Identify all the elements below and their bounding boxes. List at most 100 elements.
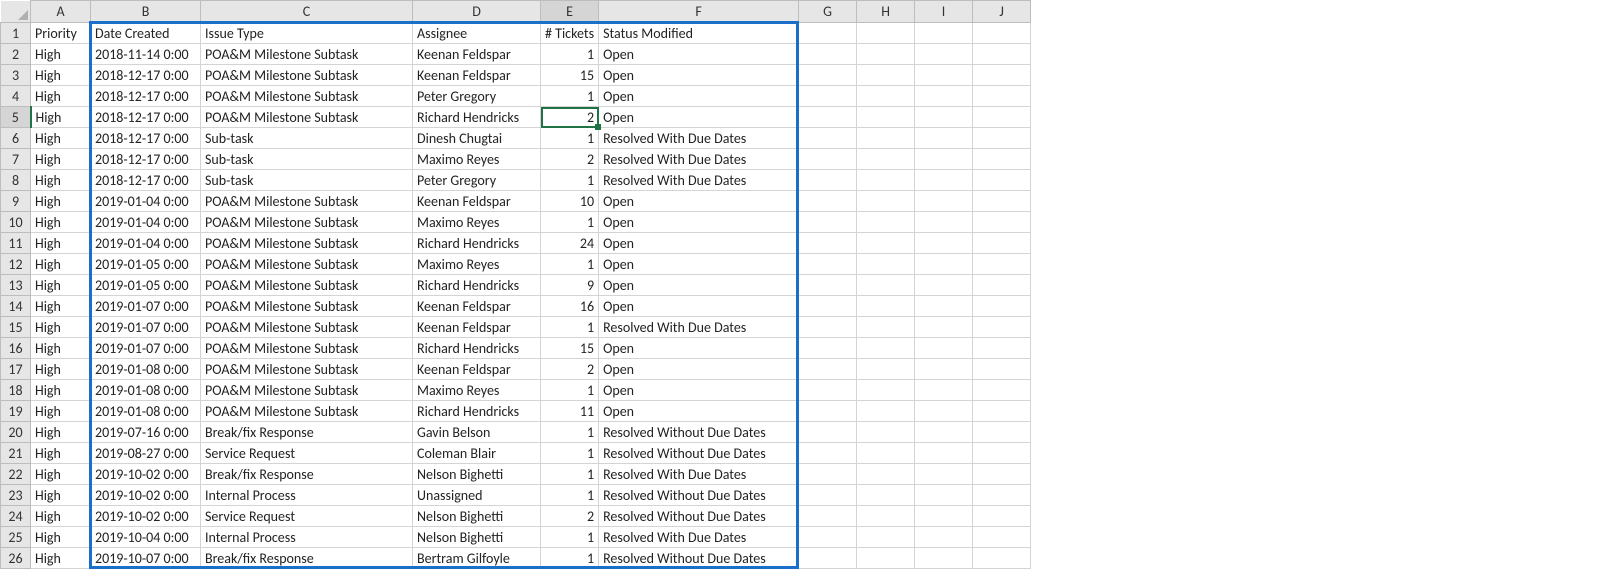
- cell-H4[interactable]: [857, 86, 915, 107]
- cell-J4[interactable]: [973, 86, 1031, 107]
- cell-G7[interactable]: [799, 149, 857, 170]
- cell-J10[interactable]: [973, 212, 1031, 233]
- cell-J24[interactable]: [973, 506, 1031, 527]
- cell-F2[interactable]: Open: [599, 44, 799, 65]
- cell-C20[interactable]: Break/fix Response: [201, 422, 413, 443]
- row-header-10[interactable]: 10: [1, 212, 31, 233]
- cell-I15[interactable]: [915, 317, 973, 338]
- cell-E7[interactable]: 2: [541, 149, 599, 170]
- row-header-1[interactable]: 1: [1, 23, 31, 44]
- cell-D6[interactable]: Dinesh Chugtai: [413, 128, 541, 149]
- row-header-24[interactable]: 24: [1, 506, 31, 527]
- cell-J19[interactable]: [973, 401, 1031, 422]
- cell-F8[interactable]: Resolved With Due Dates: [599, 170, 799, 191]
- cell-D26[interactable]: Bertram Gilfoyle: [413, 548, 541, 569]
- row-header-16[interactable]: 16: [1, 338, 31, 359]
- cell-A16[interactable]: High: [31, 338, 91, 359]
- cell-A25[interactable]: High: [31, 527, 91, 548]
- cell-B19[interactable]: 2019-01-08 0:00: [91, 401, 201, 422]
- cell-G11[interactable]: [799, 233, 857, 254]
- row-header-11[interactable]: 11: [1, 233, 31, 254]
- cell-H6[interactable]: [857, 128, 915, 149]
- cell-I8[interactable]: [915, 170, 973, 191]
- cell-B20[interactable]: 2019-07-16 0:00: [91, 422, 201, 443]
- cell-G4[interactable]: [799, 86, 857, 107]
- column-header-B[interactable]: B: [91, 1, 201, 23]
- cell-D16[interactable]: Richard Hendricks: [413, 338, 541, 359]
- cell-C13[interactable]: POA&M Milestone Subtask: [201, 275, 413, 296]
- cell-F7[interactable]: Resolved With Due Dates: [599, 149, 799, 170]
- cell-D19[interactable]: Richard Hendricks: [413, 401, 541, 422]
- cell-J7[interactable]: [973, 149, 1031, 170]
- column-header-J[interactable]: J: [973, 1, 1031, 23]
- cell-C23[interactable]: Internal Process: [201, 485, 413, 506]
- select-all-corner[interactable]: [1, 1, 31, 23]
- cell-A5[interactable]: High: [31, 107, 91, 128]
- cell-D4[interactable]: Peter Gregory: [413, 86, 541, 107]
- cell-I16[interactable]: [915, 338, 973, 359]
- cell-C7[interactable]: Sub-task: [201, 149, 413, 170]
- cell-F1[interactable]: Status Modified: [599, 23, 799, 44]
- cell-I5[interactable]: [915, 107, 973, 128]
- cell-A26[interactable]: High: [31, 548, 91, 569]
- cell-F25[interactable]: Resolved With Due Dates: [599, 527, 799, 548]
- cell-B9[interactable]: 2019-01-04 0:00: [91, 191, 201, 212]
- cell-H16[interactable]: [857, 338, 915, 359]
- cell-A23[interactable]: High: [31, 485, 91, 506]
- cell-J3[interactable]: [973, 65, 1031, 86]
- cell-H7[interactable]: [857, 149, 915, 170]
- cell-D24[interactable]: Nelson Bighetti: [413, 506, 541, 527]
- cell-H17[interactable]: [857, 359, 915, 380]
- column-header-G[interactable]: G: [799, 1, 857, 23]
- cell-F19[interactable]: Open: [599, 401, 799, 422]
- cell-H11[interactable]: [857, 233, 915, 254]
- column-header-F[interactable]: F: [599, 1, 799, 23]
- cell-E26[interactable]: 1: [541, 548, 599, 569]
- cell-F23[interactable]: Resolved Without Due Dates: [599, 485, 799, 506]
- cell-B6[interactable]: 2018-12-17 0:00: [91, 128, 201, 149]
- cell-I6[interactable]: [915, 128, 973, 149]
- cell-B16[interactable]: 2019-01-07 0:00: [91, 338, 201, 359]
- cell-G10[interactable]: [799, 212, 857, 233]
- cell-A1[interactable]: Priority: [31, 23, 91, 44]
- cell-H13[interactable]: [857, 275, 915, 296]
- row-header-21[interactable]: 21: [1, 443, 31, 464]
- cell-I19[interactable]: [915, 401, 973, 422]
- cell-H21[interactable]: [857, 443, 915, 464]
- row-header-23[interactable]: 23: [1, 485, 31, 506]
- cell-G20[interactable]: [799, 422, 857, 443]
- cell-A12[interactable]: High: [31, 254, 91, 275]
- cell-J9[interactable]: [973, 191, 1031, 212]
- cell-G6[interactable]: [799, 128, 857, 149]
- cell-F21[interactable]: Resolved Without Due Dates: [599, 443, 799, 464]
- row-header-8[interactable]: 8: [1, 170, 31, 191]
- cell-D3[interactable]: Keenan Feldspar: [413, 65, 541, 86]
- cell-G25[interactable]: [799, 527, 857, 548]
- cell-E21[interactable]: 1: [541, 443, 599, 464]
- cell-G21[interactable]: [799, 443, 857, 464]
- cell-J15[interactable]: [973, 317, 1031, 338]
- cell-C26[interactable]: Break/fix Response: [201, 548, 413, 569]
- cell-B25[interactable]: 2019-10-04 0:00: [91, 527, 201, 548]
- row-header-12[interactable]: 12: [1, 254, 31, 275]
- cell-D8[interactable]: Peter Gregory: [413, 170, 541, 191]
- cell-D1[interactable]: Assignee: [413, 23, 541, 44]
- cell-B10[interactable]: 2019-01-04 0:00: [91, 212, 201, 233]
- row-header-4[interactable]: 4: [1, 86, 31, 107]
- cell-A8[interactable]: High: [31, 170, 91, 191]
- cell-J20[interactable]: [973, 422, 1031, 443]
- row-header-7[interactable]: 7: [1, 149, 31, 170]
- cell-B23[interactable]: 2019-10-02 0:00: [91, 485, 201, 506]
- cell-E20[interactable]: 1: [541, 422, 599, 443]
- cell-A10[interactable]: High: [31, 212, 91, 233]
- cell-B5[interactable]: 2018-12-17 0:00: [91, 107, 201, 128]
- cell-D10[interactable]: Maximo Reyes: [413, 212, 541, 233]
- cell-A6[interactable]: High: [31, 128, 91, 149]
- cell-A4[interactable]: High: [31, 86, 91, 107]
- cell-F20[interactable]: Resolved Without Due Dates: [599, 422, 799, 443]
- cell-A17[interactable]: High: [31, 359, 91, 380]
- cell-D17[interactable]: Keenan Feldspar: [413, 359, 541, 380]
- cell-C25[interactable]: Internal Process: [201, 527, 413, 548]
- cell-H1[interactable]: [857, 23, 915, 44]
- cell-A18[interactable]: High: [31, 380, 91, 401]
